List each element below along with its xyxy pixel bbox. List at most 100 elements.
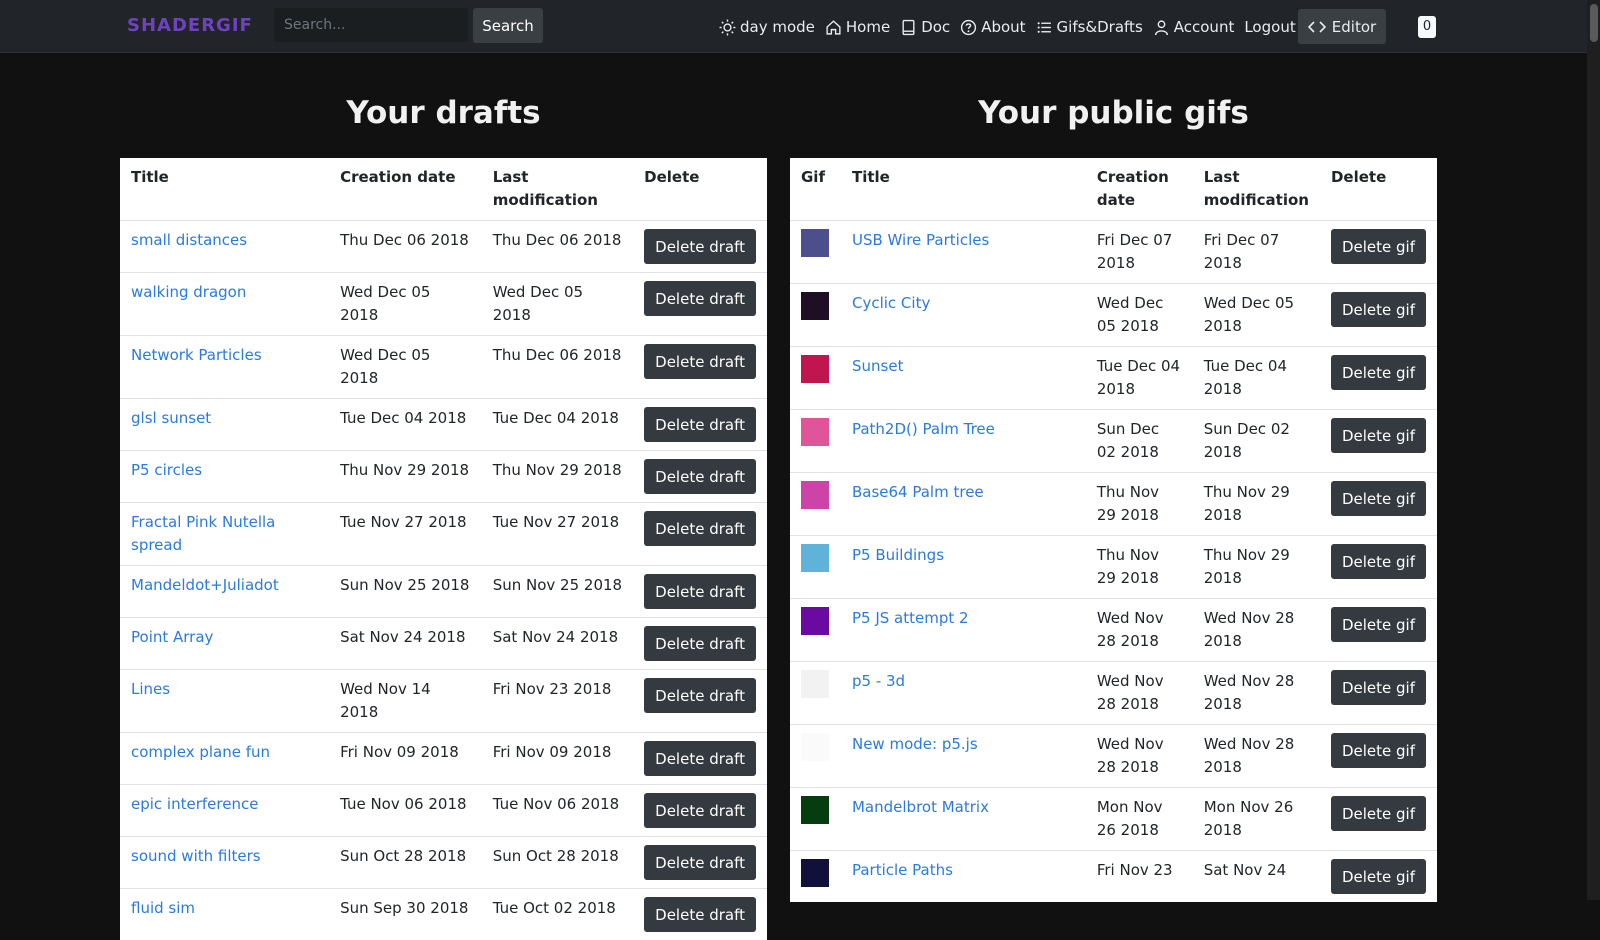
gif-creation-date: Sun Dec 02 2018 — [1086, 410, 1193, 473]
nav-about[interactable]: About — [960, 18, 1025, 36]
gif-title-link[interactable]: Base64 Palm tree — [852, 483, 984, 501]
nav-gifs-drafts[interactable]: Gifs&Drafts — [1036, 18, 1143, 36]
gif-thumbnail[interactable] — [801, 481, 829, 509]
delete-draft-button[interactable]: Delete draft — [644, 897, 756, 932]
draft-delete-cell: Delete draft — [633, 566, 767, 618]
delete-draft-button[interactable]: Delete draft — [644, 281, 756, 316]
gif-row: Base64 Palm treeThu Nov 29 2018Thu Nov 2… — [790, 473, 1437, 536]
delete-gif-button[interactable]: Delete gif — [1331, 418, 1426, 453]
gif-title-cell: Path2D() Palm Tree — [841, 410, 1086, 473]
gif-thumbnail[interactable] — [801, 544, 829, 572]
gif-title-link[interactable]: USB Wire Particles — [852, 231, 989, 249]
gif-delete-cell: Delete gif — [1320, 410, 1437, 473]
search-input[interactable] — [274, 8, 468, 42]
draft-title-cell: Point Array — [120, 618, 329, 670]
delete-gif-button[interactable]: Delete gif — [1331, 607, 1426, 642]
draft-last-modification: Sun Oct 28 2018 — [482, 837, 633, 889]
gif-title-link[interactable]: Sunset — [852, 357, 903, 375]
gif-thumbnail[interactable] — [801, 418, 829, 446]
gif-last-modification: Sun Dec 02 2018 — [1193, 410, 1320, 473]
nav-doc[interactable]: Doc — [900, 18, 950, 36]
delete-gif-button[interactable]: Delete gif — [1331, 796, 1426, 831]
delete-gif-button[interactable]: Delete gif — [1331, 733, 1426, 768]
gif-title-link[interactable]: Cyclic City — [852, 294, 930, 312]
delete-gif-button[interactable]: Delete gif — [1331, 670, 1426, 705]
gif-title-link[interactable]: p5 - 3d — [852, 672, 905, 690]
nav-home[interactable]: Home — [825, 18, 890, 36]
draft-title-link[interactable]: Network Particles — [131, 346, 262, 364]
gif-thumbnail[interactable] — [801, 229, 829, 257]
draft-title-link[interactable]: small distances — [131, 231, 247, 249]
delete-draft-button[interactable]: Delete draft — [644, 511, 756, 546]
gif-thumb-cell — [790, 410, 841, 473]
page-scrollbar[interactable] — [1587, 0, 1600, 900]
draft-delete-cell: Delete draft — [633, 618, 767, 670]
draft-delete-cell: Delete draft — [633, 451, 767, 503]
notification-badge[interactable]: 0 — [1418, 16, 1436, 38]
draft-creation-date: Wed Nov 14 2018 — [329, 670, 482, 733]
draft-delete-cell: Delete draft — [633, 399, 767, 451]
draft-title-cell: Mandeldot+Juliadot — [120, 566, 329, 618]
delete-gif-button[interactable]: Delete gif — [1331, 859, 1426, 894]
delete-draft-button[interactable]: Delete draft — [644, 229, 756, 264]
gif-title-link[interactable]: New mode: p5.js — [852, 735, 978, 753]
gif-thumbnail[interactable] — [801, 733, 829, 761]
draft-title-link[interactable]: fluid sim — [131, 899, 195, 917]
gif-title-link[interactable]: Mandelbrot Matrix — [852, 798, 989, 816]
delete-draft-button[interactable]: Delete draft — [644, 793, 756, 828]
gif-thumbnail[interactable] — [801, 607, 829, 635]
delete-gif-button[interactable]: Delete gif — [1331, 229, 1426, 264]
gif-title-cell: New mode: p5.js — [841, 725, 1086, 788]
col-delete: Delete — [633, 158, 767, 221]
draft-title-link[interactable]: walking dragon — [131, 283, 246, 301]
delete-draft-button[interactable]: Delete draft — [644, 459, 756, 494]
editor-button[interactable]: Editor — [1298, 9, 1386, 44]
gif-thumbnail[interactable] — [801, 670, 829, 698]
draft-last-modification: Thu Nov 29 2018 — [482, 451, 633, 503]
draft-title-link[interactable]: P5 circles — [131, 461, 202, 479]
nav-logout[interactable]: Logout — [1244, 18, 1295, 36]
delete-draft-button[interactable]: Delete draft — [644, 626, 756, 661]
gif-title-link[interactable]: P5 Buildings — [852, 546, 944, 564]
delete-gif-button[interactable]: Delete gif — [1331, 355, 1426, 390]
delete-gif-button[interactable]: Delete gif — [1331, 544, 1426, 579]
delete-draft-button[interactable]: Delete draft — [644, 407, 756, 442]
draft-title-cell: Fractal Pink Nutella spread — [120, 503, 329, 566]
draft-title-link[interactable]: sound with filters — [131, 847, 261, 865]
delete-draft-button[interactable]: Delete draft — [644, 678, 756, 713]
scrollbar-thumb[interactable] — [1590, 4, 1598, 42]
gif-thumbnail[interactable] — [801, 292, 829, 320]
gif-row: Particle PathsFri Nov 23Sat Nov 24Delete… — [790, 851, 1437, 903]
nav-account[interactable]: Account — [1153, 18, 1235, 36]
draft-title-link[interactable]: Mandeldot+Juliadot — [131, 576, 279, 594]
gif-thumbnail[interactable] — [801, 859, 829, 887]
delete-gif-button[interactable]: Delete gif — [1331, 481, 1426, 516]
draft-title-link[interactable]: complex plane fun — [131, 743, 270, 761]
gif-thumbnail[interactable] — [801, 796, 829, 824]
gif-last-modification: Wed Nov 28 2018 — [1193, 599, 1320, 662]
draft-title-cell: P5 circles — [120, 451, 329, 503]
gif-title-link[interactable]: Particle Paths — [852, 861, 953, 879]
delete-draft-button[interactable]: Delete draft — [644, 574, 756, 609]
draft-creation-date: Sun Nov 25 2018 — [329, 566, 482, 618]
delete-draft-button[interactable]: Delete draft — [644, 741, 756, 776]
draft-title-link[interactable]: glsl sunset — [131, 409, 211, 427]
search-button[interactable]: Search — [473, 8, 543, 43]
nav-day-mode[interactable]: day mode — [719, 18, 815, 36]
draft-title-link[interactable]: epic interference — [131, 795, 258, 813]
delete-gif-button[interactable]: Delete gif — [1331, 292, 1426, 327]
draft-title-cell: Lines — [120, 670, 329, 733]
gif-title-link[interactable]: Path2D() Palm Tree — [852, 420, 995, 438]
gif-row: Path2D() Palm Tree Sun Dec 02 2018Sun Dec… — [790, 410, 1437, 473]
col-last-modification: Last modification — [482, 158, 633, 221]
delete-draft-button[interactable]: Delete draft — [644, 845, 756, 880]
delete-draft-button[interactable]: Delete draft — [644, 344, 756, 379]
gif-thumbnail[interactable] — [801, 355, 829, 383]
draft-title-link[interactable]: Point Array — [131, 628, 213, 646]
gif-title-link[interactable]: P5 JS attempt 2 — [852, 609, 969, 627]
draft-title-link[interactable]: Lines — [131, 680, 170, 698]
draft-creation-date: Sat Nov 24 2018 — [329, 618, 482, 670]
draft-title-link[interactable]: Fractal Pink Nutella spread — [131, 513, 275, 554]
gifs-table: Gif Title Creation date Last modificatio… — [790, 158, 1437, 902]
brand-logo[interactable]: SHADERGIF — [127, 15, 253, 36]
